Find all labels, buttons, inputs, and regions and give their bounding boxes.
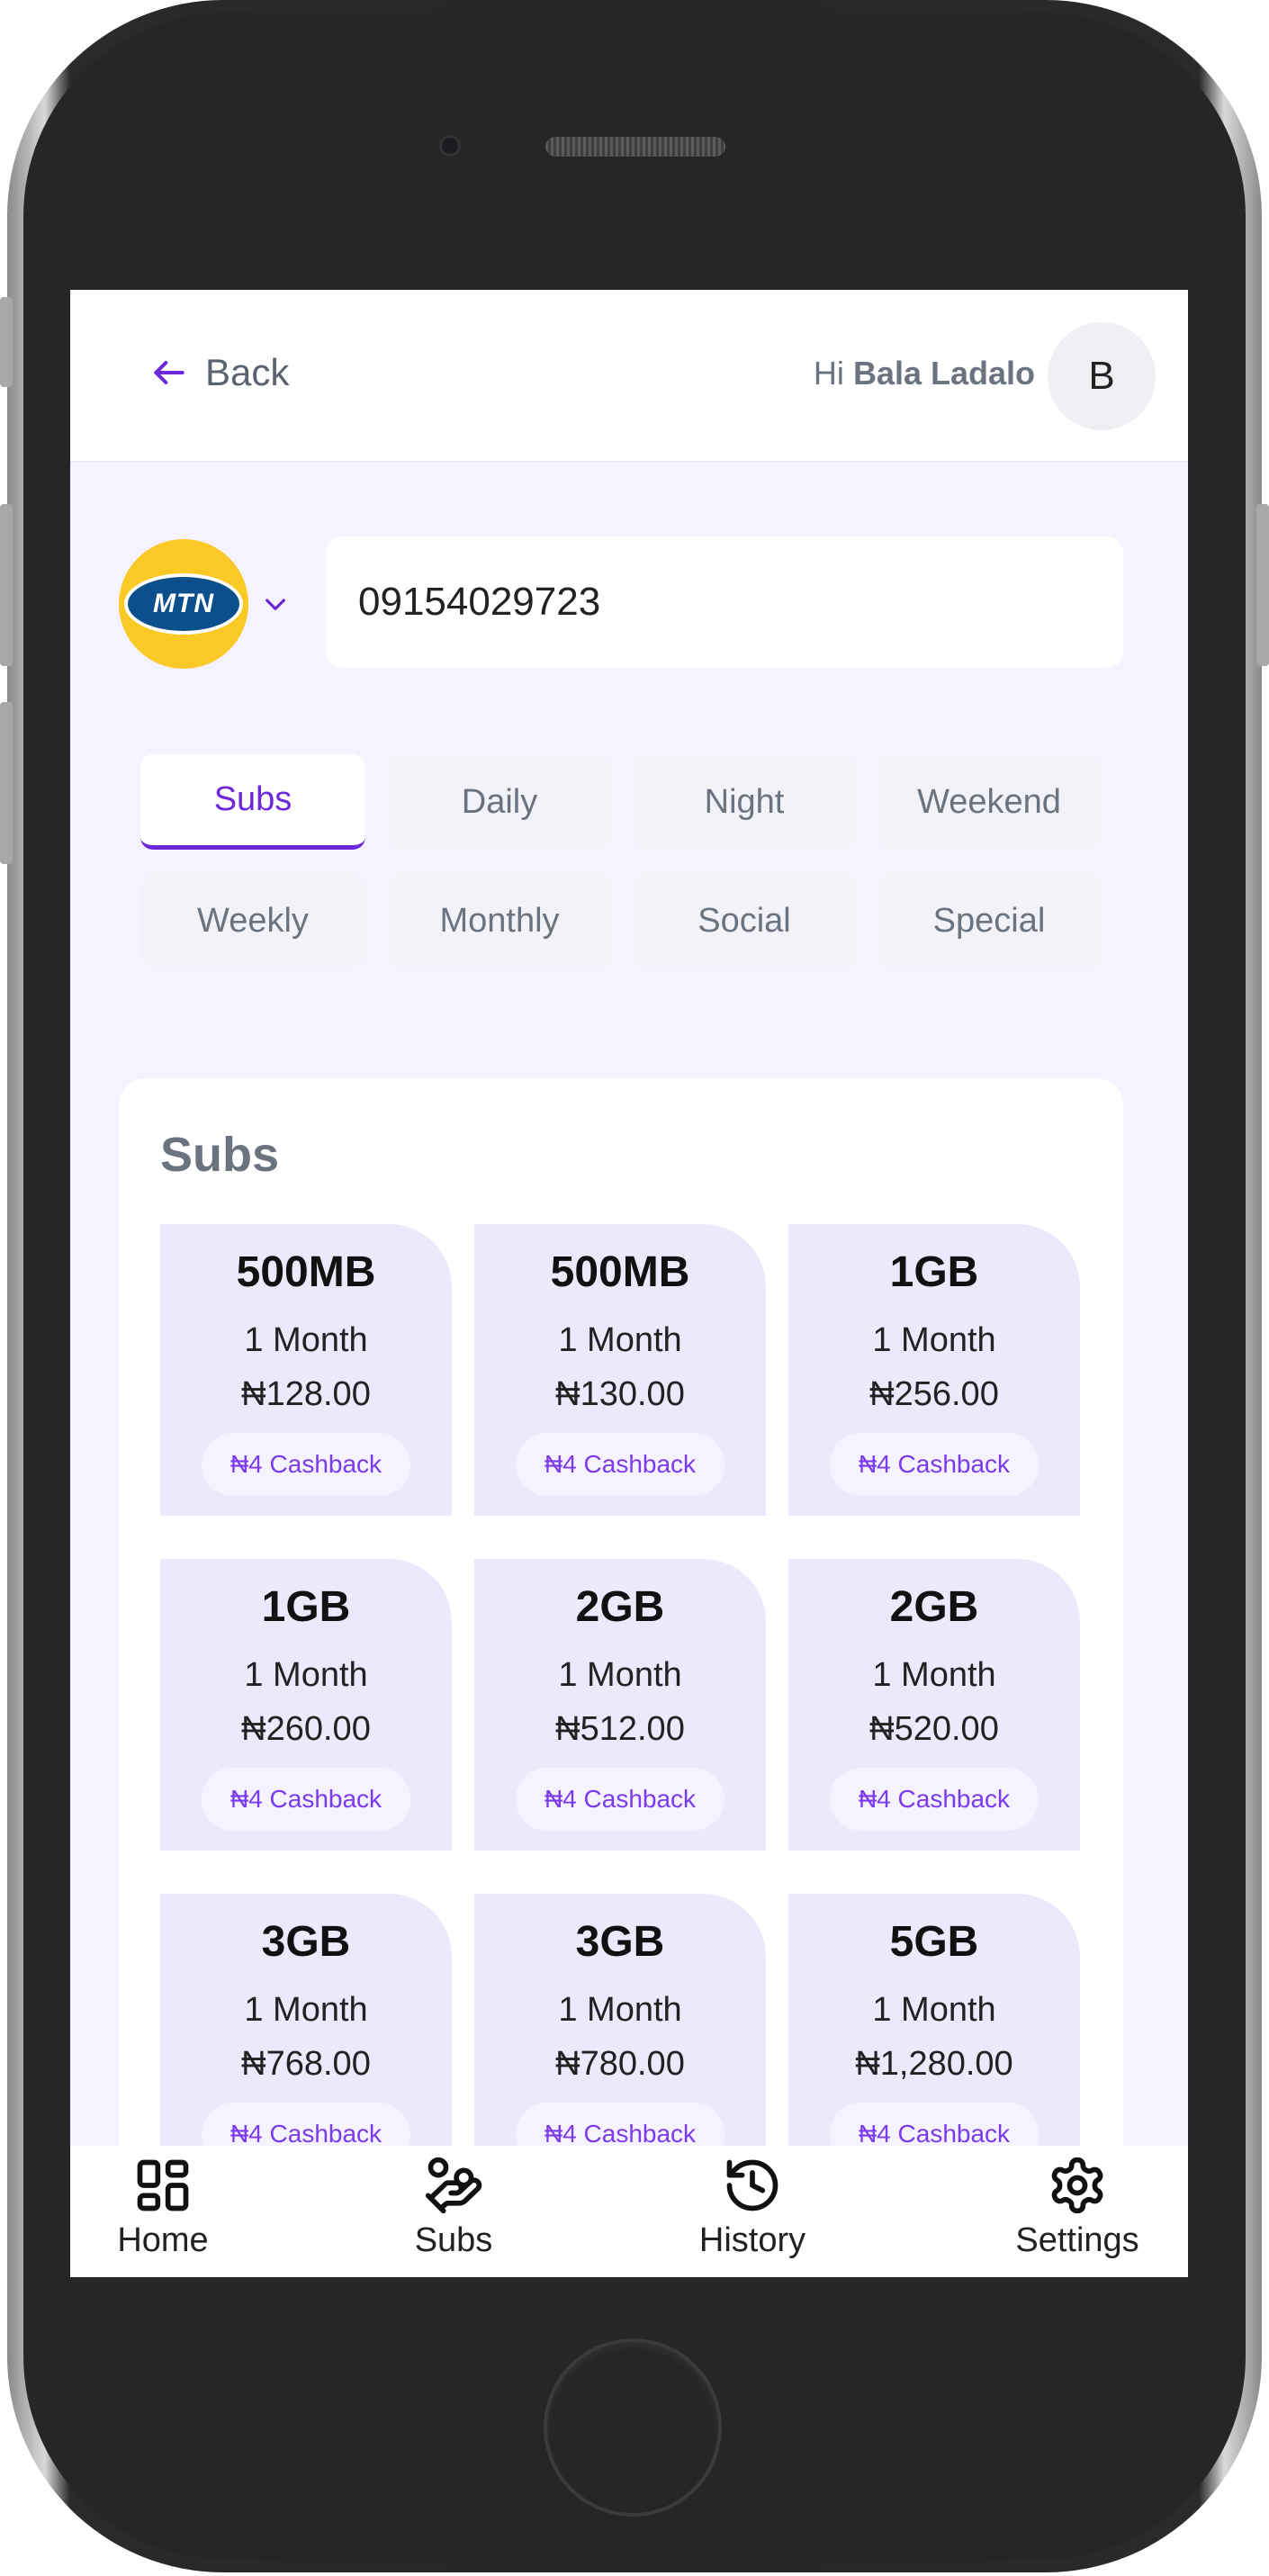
nav-label-subs: Subs: [414, 2221, 493, 2259]
plan-size: 3GB: [575, 1918, 665, 1966]
phone-volume-down-button: [0, 702, 13, 864]
speaker-grille: [545, 137, 725, 157]
home-hardware-button[interactable]: [544, 2338, 722, 2517]
greeting-prefix: Hi: [813, 355, 844, 392]
gear-icon: [1051, 2157, 1103, 2214]
plan-duration: 1 Month: [244, 1321, 368, 1359]
chevron-down-icon: [266, 599, 285, 610]
nav-item-subs[interactable]: Subs: [364, 2155, 544, 2260]
phone-number-input[interactable]: [326, 536, 1123, 668]
mtn-logo-text: MTN: [153, 589, 214, 618]
cashback-badge: ₦4 Cashback: [830, 1768, 1039, 1831]
section-title: Subs: [160, 1128, 280, 1182]
nav-item-home[interactable]: Home: [73, 2155, 253, 2260]
history-icon: [726, 2159, 778, 2211]
plan-size: 2GB: [575, 1583, 665, 1631]
tab-monthly[interactable]: Monthly: [387, 873, 612, 968]
plans-card: Subs 500MB 1 Month ₦128.00 ₦4 Cashback 5…: [119, 1078, 1123, 2277]
plan-price: ₦1,280.00: [855, 2045, 1013, 2083]
nav-label-home: Home: [117, 2221, 209, 2259]
top-bar: Back Hi Bala Ladalo B: [70, 290, 1188, 463]
app-screen: Back Hi Bala Ladalo B MTN Subs Daily Nig…: [70, 290, 1188, 2277]
plan-duration: 1 Month: [558, 1991, 682, 2029]
nav-label-history: History: [698, 2221, 806, 2259]
bottom-nav: Home Subs History Settings: [70, 2146, 1188, 2277]
plan-size: 3GB: [261, 1918, 351, 1966]
plan-card[interactable]: 1GB 1 Month ₦256.00 ₦4 Cashback: [788, 1224, 1080, 1516]
plan-card[interactable]: 1GB 1 Month ₦260.00 ₦4 Cashback: [160, 1559, 452, 1851]
phone-side-button: [0, 297, 13, 387]
tab-daily[interactable]: Daily: [387, 754, 612, 850]
greeting: Hi Bala Ladalo: [814, 349, 1035, 398]
tab-weekend[interactable]: Weekend: [877, 754, 1102, 850]
arrow-left-icon: [154, 360, 184, 385]
plan-duration: 1 Month: [244, 1656, 368, 1694]
back-label: Back: [205, 351, 290, 393]
tab-weekly[interactable]: Weekly: [140, 873, 365, 968]
user-name: Bala Ladalo: [852, 355, 1035, 392]
plan-card[interactable]: 5GB 1 Month ₦1,280.00 ₦4 Cashback: [788, 1894, 1080, 2185]
plan-duration: 1 Month: [558, 1321, 682, 1359]
nav-item-settings[interactable]: Settings: [987, 2155, 1167, 2260]
plan-price: ₦512.00: [555, 1710, 685, 1748]
plan-card[interactable]: 2GB 1 Month ₦520.00 ₦4 Cashback: [788, 1559, 1080, 1851]
plan-size: 2GB: [889, 1583, 979, 1631]
plan-price: ₦780.00: [555, 2045, 685, 2083]
plan-size: 1GB: [889, 1248, 979, 1296]
plan-card[interactable]: 500MB 1 Month ₦130.00 ₦4 Cashback: [474, 1224, 766, 1516]
tab-social[interactable]: Social: [632, 873, 857, 968]
cashback-badge: ₦4 Cashback: [516, 1433, 724, 1496]
camera-icon: [439, 135, 461, 157]
plan-price: ₦768.00: [241, 2045, 371, 2083]
cashback-badge: ₦4 Cashback: [202, 1768, 410, 1831]
plan-card[interactable]: 3GB 1 Month ₦768.00 ₦4 Cashback: [160, 1894, 452, 2185]
tab-night[interactable]: Night: [632, 754, 857, 850]
cashback-badge: ₦4 Cashback: [202, 1433, 410, 1496]
plan-duration: 1 Month: [872, 1321, 996, 1359]
plan-price: ₦130.00: [555, 1375, 685, 1413]
plan-card[interactable]: 2GB 1 Month ₦512.00 ₦4 Cashback: [474, 1559, 766, 1851]
phone-volume-up-button: [0, 504, 13, 666]
hand-coins-icon: [425, 2157, 482, 2214]
avatar[interactable]: B: [1048, 322, 1156, 430]
plan-card[interactable]: 500MB 1 Month ₦128.00 ₦4 Cashback: [160, 1224, 452, 1516]
plan-duration: 1 Month: [872, 1991, 996, 2029]
mtn-logo: MTN: [119, 539, 248, 669]
cashback-badge: ₦4 Cashback: [830, 1433, 1039, 1496]
cashback-badge: ₦4 Cashback: [516, 1768, 724, 1831]
tab-special[interactable]: Special: [877, 873, 1102, 968]
nav-item-history[interactable]: History: [662, 2155, 842, 2260]
mtn-logo-oval: MTN: [124, 573, 243, 635]
network-selector[interactable]: MTN: [119, 538, 299, 670]
tab-subs[interactable]: Subs: [140, 754, 365, 850]
plan-duration: 1 Month: [558, 1656, 682, 1694]
plan-size: 5GB: [889, 1918, 979, 1966]
plan-price: ₦260.00: [241, 1710, 371, 1748]
back-button[interactable]: Back: [149, 346, 289, 400]
grid-icon: [137, 2159, 189, 2211]
plan-duration: 1 Month: [244, 1991, 368, 2029]
nav-label-settings: Settings: [1015, 2221, 1139, 2259]
plan-price: ₦520.00: [869, 1710, 999, 1748]
phone-power-button: [1256, 504, 1269, 666]
plan-card[interactable]: 3GB 1 Month ₦780.00 ₦4 Cashback: [474, 1894, 766, 2185]
plan-size: 1GB: [261, 1583, 351, 1631]
plan-price: ₦256.00: [869, 1375, 999, 1413]
plan-size: 500MB: [550, 1248, 690, 1296]
plan-size: 500MB: [236, 1248, 376, 1296]
plan-price: ₦128.00: [241, 1375, 371, 1413]
plan-duration: 1 Month: [872, 1656, 996, 1694]
